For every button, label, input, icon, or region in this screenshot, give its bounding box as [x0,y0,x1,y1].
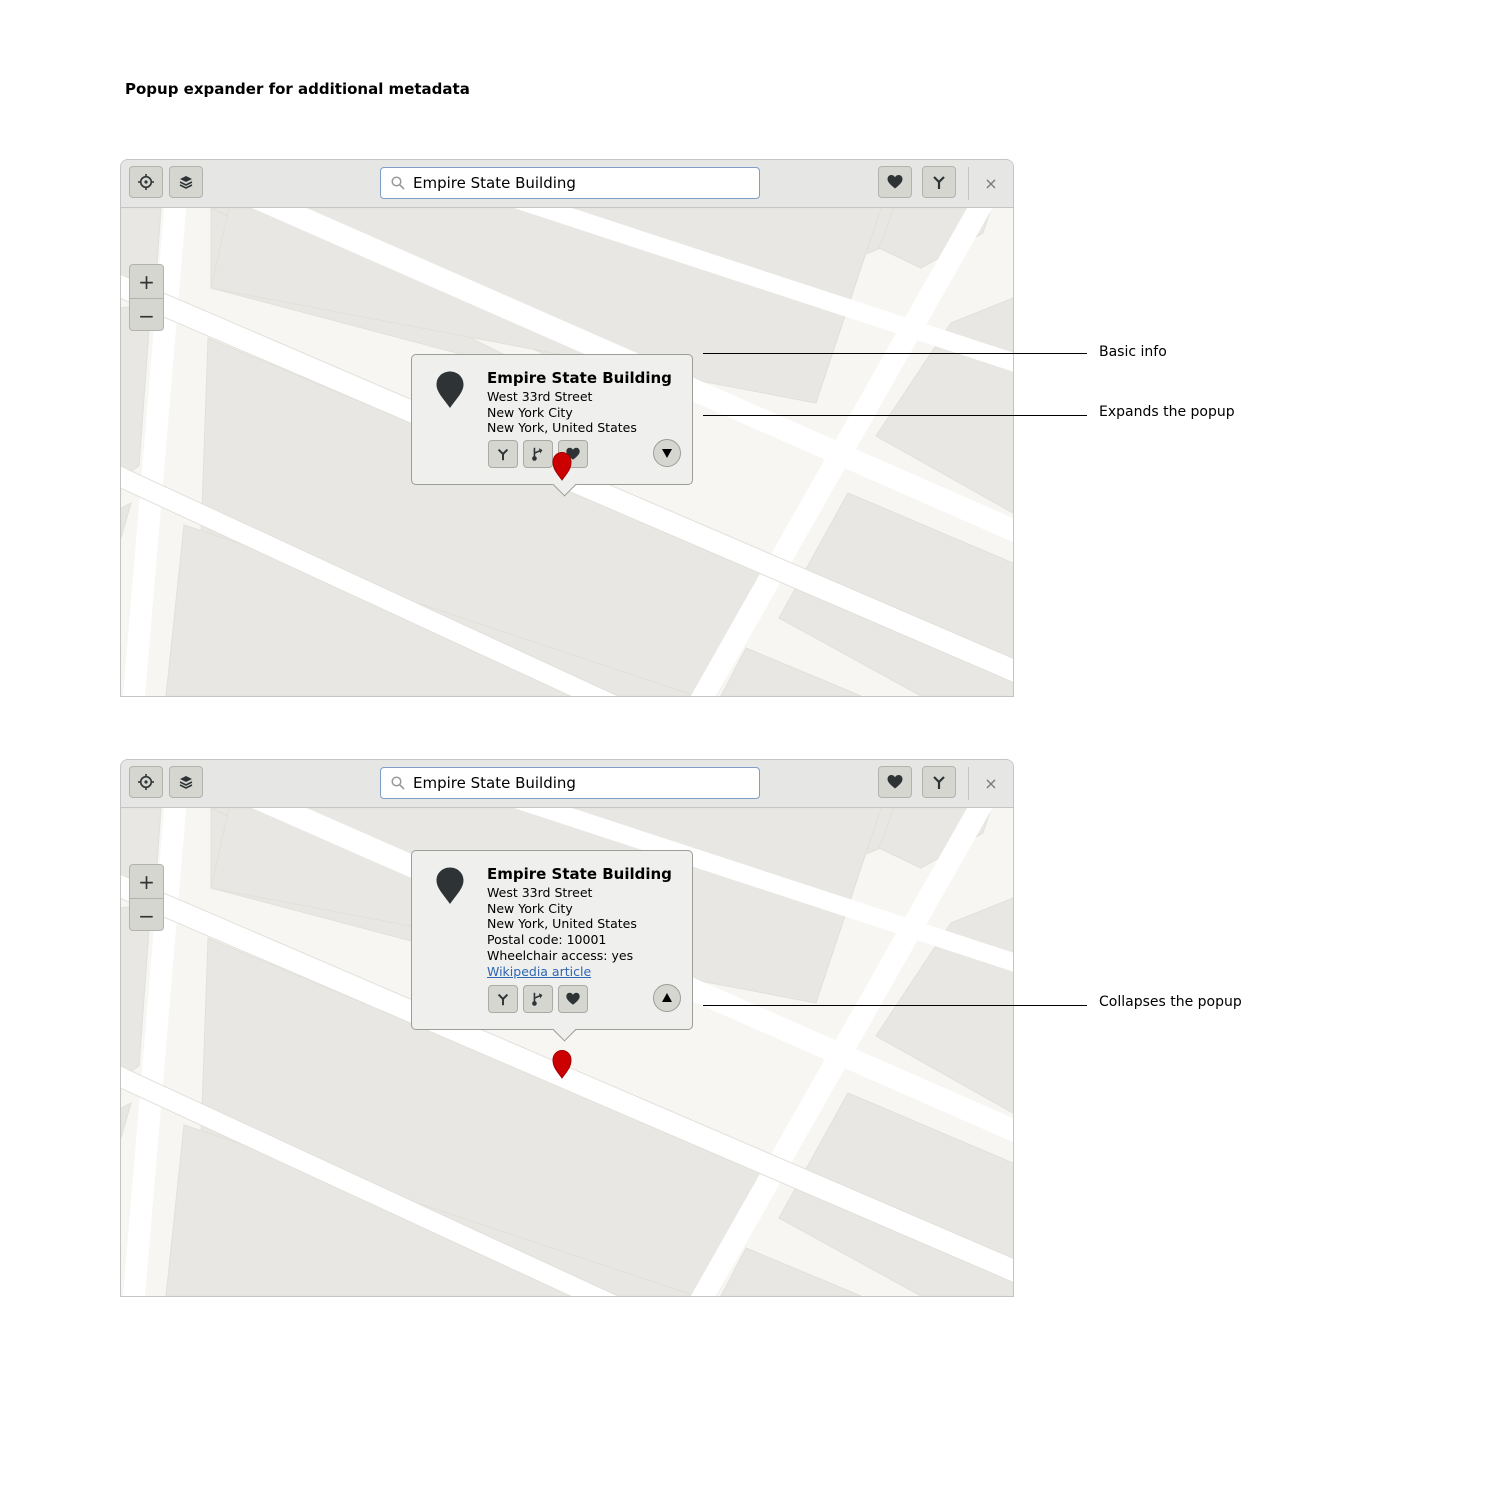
map-pin-icon [436,867,464,904]
zoom-out-button[interactable]: − [130,299,163,330]
favorites-button[interactable] [878,766,912,798]
layers-button[interactable] [169,166,203,198]
close-icon: × [984,773,998,793]
headerbar: × [121,160,1013,208]
search-field[interactable] [380,767,760,799]
wikipedia-link[interactable]: Wikipedia article [487,964,591,979]
place-postal-code: Postal code: 10001 [487,932,607,948]
headerbar-separator [968,167,969,200]
zoom-control: + − [129,264,164,331]
expand-button[interactable] [653,439,681,468]
favorite-button[interactable] [558,985,588,1014]
zoom-in-button[interactable]: + [130,265,163,299]
zoom-out-button[interactable]: − [130,899,163,930]
zoom-in-button[interactable]: + [130,865,163,899]
route-button[interactable] [922,766,956,798]
heart-icon [566,992,580,1005]
callout-collapses: Collapses the popup [1099,994,1242,1010]
search-field[interactable] [380,167,760,199]
search-input[interactable] [413,768,753,798]
callout-line-expands [703,415,1087,416]
triangle-down-icon [662,449,672,459]
route-button[interactable] [922,166,956,198]
place-street: West 33rd Street [487,885,593,900]
search-input[interactable] [413,168,753,198]
favorites-button[interactable] [878,166,912,198]
page-title: Popup expander for additional metadata [125,80,470,98]
route-icon [932,175,946,191]
callout-expands: Expands the popup [1099,404,1235,420]
locate-button[interactable] [129,166,163,198]
route-icon [932,775,946,791]
place-wheelchair-access: Wheelchair access: yes [487,947,634,963]
close-icon: × [984,173,998,193]
place-popup: Empire State Building West 33rd Street N… [411,850,693,1042]
map-view[interactable]: + − Empire State Building West 33rd Stre… [121,808,1013,1296]
crosshair-icon [137,173,155,191]
search-icon [391,776,405,790]
close-button[interactable]: × [979,770,1003,796]
triangle-up-icon [662,993,672,1003]
route-to-button[interactable] [488,440,518,469]
route-from-here-icon [531,992,544,1007]
popup-actions [412,984,692,1029]
place-region: New York, United States [487,420,637,436]
place-name: Empire State Building [487,369,672,387]
route-icon [497,993,509,1007]
place-city: New York City [487,900,573,916]
map-window-collapsed: × + − Empire State Building West 33rd St… [120,159,1014,697]
route-from-button[interactable] [523,985,553,1014]
close-button[interactable]: × [979,170,1003,196]
route-to-button[interactable] [488,985,518,1014]
route-icon [497,448,509,462]
zoom-control: + − [129,864,164,931]
headerbar-separator [968,767,969,800]
place-city: New York City [487,404,573,420]
search-icon [391,176,405,190]
route-from-here-icon [531,447,544,462]
callout-line-collapses [703,1005,1087,1006]
callout-line-basic-info [703,353,1087,354]
place-street: West 33rd Street [487,389,593,404]
map-pin-icon [436,371,464,408]
callout-basic-info: Basic info [1099,344,1167,360]
layers-icon [179,775,193,789]
map-marker-icon[interactable] [552,451,572,481]
place-region: New York, United States [487,916,637,932]
route-from-button[interactable] [523,440,553,469]
collapse-button[interactable] [653,984,681,1013]
layers-button[interactable] [169,766,203,798]
heart-icon [887,775,903,789]
map-marker-icon[interactable] [552,1049,572,1079]
locate-button[interactable] [129,766,163,798]
map-view[interactable]: + − Empire State Building West 33rd Stre… [121,208,1013,696]
place-name: Empire State Building [487,865,672,883]
map-window-expanded: × + − Empire State Building West 33rd St… [120,759,1014,1297]
layers-icon [179,175,193,189]
crosshair-icon [137,773,155,791]
headerbar: × [121,760,1013,808]
heart-icon [887,175,903,189]
